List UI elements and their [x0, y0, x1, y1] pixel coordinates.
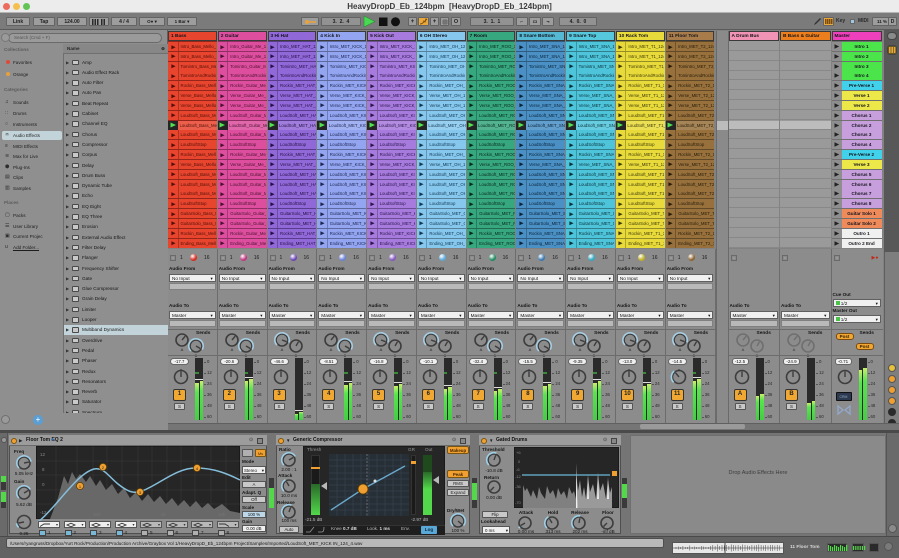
svg-text:-70: -70 [515, 500, 522, 505]
svg-text:A: A [529, 347, 532, 352]
svg-text:-12: -12 [515, 474, 522, 479]
svg-text:A: A [280, 347, 283, 352]
svg-text:A: A [430, 347, 433, 352]
svg-text:12: 12 [40, 452, 46, 457]
svg-text:+6: +6 [516, 450, 521, 455]
svg-text:0: 0 [42, 482, 45, 487]
svg-text:A: A [741, 347, 744, 352]
svg-text:A: A [579, 347, 582, 352]
svg-text:A: A [380, 347, 383, 352]
svg-text:A: A [629, 347, 632, 352]
svg-text:A: A [678, 347, 681, 352]
svg-text:-6: -6 [516, 467, 520, 472]
svg-text:A: A [230, 347, 233, 352]
svg-text:8: 8 [42, 467, 45, 472]
svg-text:A: A [479, 347, 482, 352]
svg-text:A: A [181, 347, 184, 352]
svg-text:-36: -36 [515, 484, 522, 489]
svg-text:0: 0 [518, 459, 521, 464]
svg-text:A: A [330, 347, 333, 352]
svg-text:A: A [793, 347, 796, 352]
